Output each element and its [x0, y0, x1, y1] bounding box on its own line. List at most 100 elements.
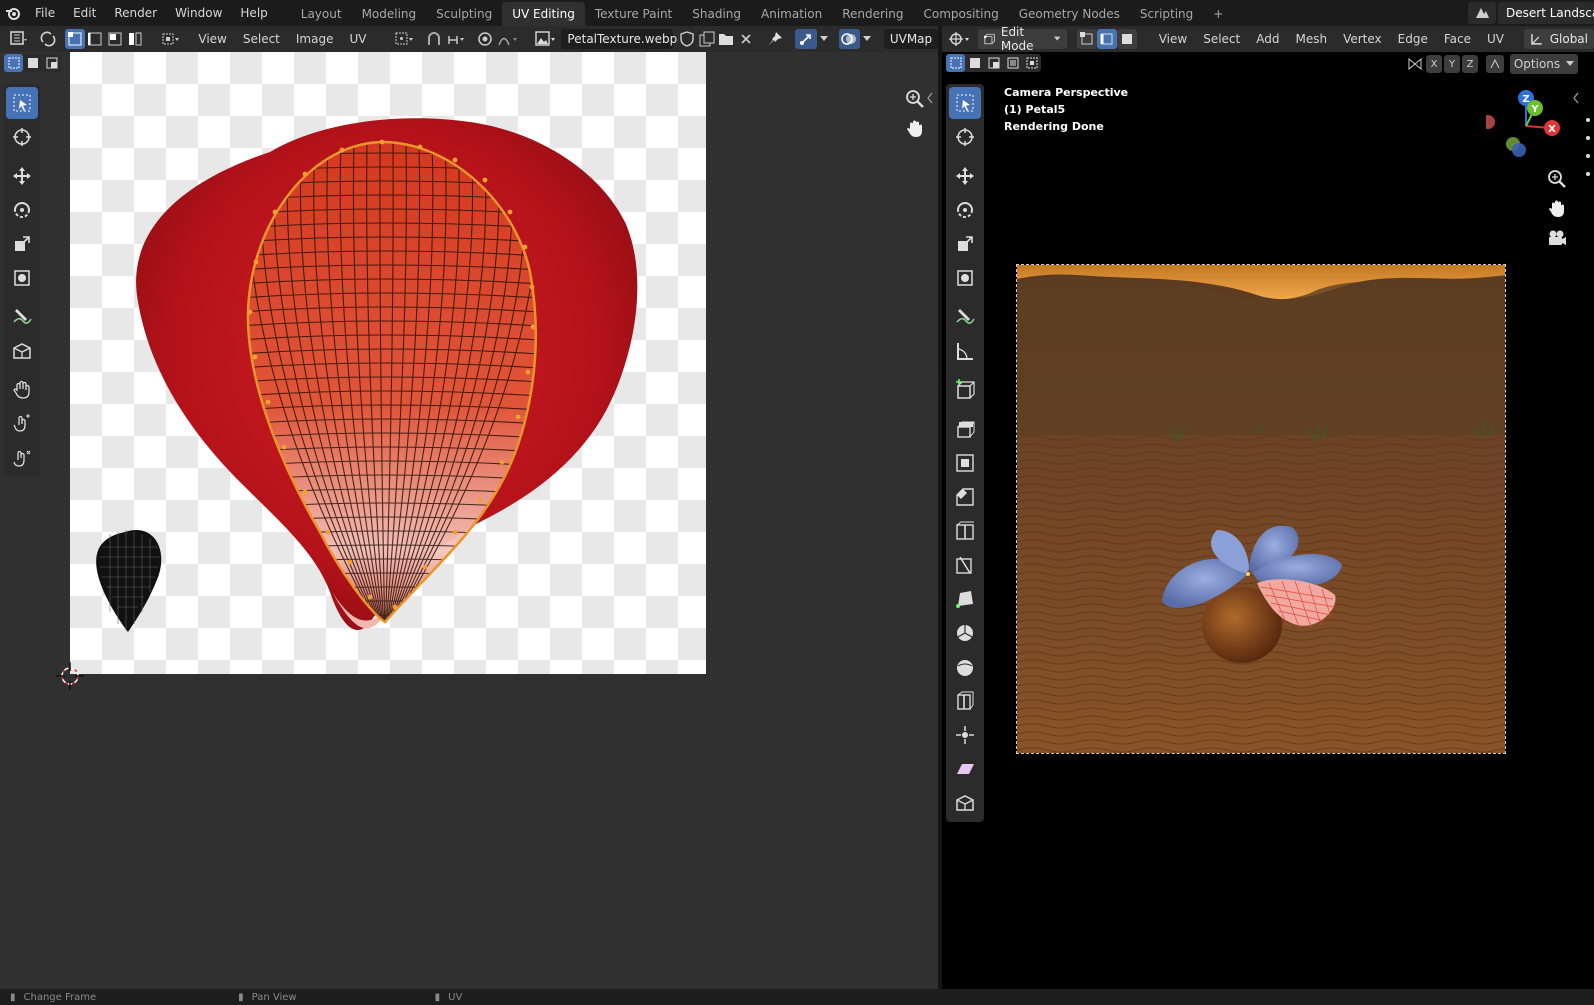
vertex-select-icon[interactable]	[64, 29, 85, 49]
pin-icon[interactable]	[764, 29, 786, 49]
mirror-butterfly-icon[interactable]	[1406, 55, 1424, 73]
vp-measure-tool-icon[interactable]	[949, 335, 981, 367]
image-name-field[interactable]: PetalTexture.webp	[561, 29, 677, 49]
edge-select-icon[interactable]	[85, 29, 105, 49]
inset-tool-icon[interactable]	[949, 447, 981, 479]
zoom-view-icon[interactable]	[904, 88, 926, 110]
axis-navigation-gizmo[interactable]: Z X Y	[1481, 88, 1566, 164]
island-select-icon[interactable]	[125, 29, 145, 49]
viewport-menu-add[interactable]: Add	[1248, 32, 1287, 46]
vp-select-extend-icon[interactable]	[965, 54, 984, 72]
image-browse-icon[interactable]	[532, 29, 559, 49]
menu-window[interactable]: Window	[166, 0, 231, 26]
snap-icon[interactable]	[424, 29, 444, 49]
tab-compositing[interactable]: Compositing	[913, 2, 1008, 26]
menu-edit[interactable]: Edit	[64, 0, 105, 26]
move-tool-icon[interactable]	[6, 160, 38, 192]
uv-menu-view[interactable]: View	[190, 32, 234, 46]
extrude-tool-icon[interactable]	[949, 413, 981, 445]
viewport-menu-edge[interactable]: Edge	[1390, 32, 1436, 46]
relax-tool-icon[interactable]	[6, 408, 38, 440]
sidebar-toggle-icon[interactable]	[926, 92, 936, 104]
loop-cut-tool-icon[interactable]	[949, 515, 981, 547]
vp-scale-tool-icon[interactable]	[949, 228, 981, 260]
options-dropdown[interactable]: Options	[1510, 54, 1578, 74]
mode-selector[interactable]: Edit Mode	[977, 25, 1067, 53]
vp-zoom-icon[interactable]	[1546, 168, 1570, 192]
poly-build-tool-icon[interactable]	[949, 583, 981, 615]
vp-pan-icon[interactable]	[1546, 198, 1570, 222]
scene-selector-icon[interactable]	[1468, 2, 1496, 24]
uv-menu-uv[interactable]: UV	[341, 32, 374, 46]
cursor-tool-icon[interactable]	[6, 121, 38, 153]
menu-file[interactable]: File	[26, 0, 64, 26]
tab-scripting[interactable]: Scripting	[1130, 2, 1203, 26]
rotate-tool-icon[interactable]	[6, 194, 38, 226]
rip-region-tool-icon[interactable]	[6, 335, 38, 367]
pivot-point-icon[interactable]	[390, 29, 419, 49]
smooth-tool-icon[interactable]	[949, 651, 981, 683]
pinch-tool-icon[interactable]	[6, 442, 38, 474]
uv-menu-select[interactable]: Select	[235, 32, 288, 46]
snap-target-icon[interactable]	[444, 29, 471, 49]
viewport-menu-vertex[interactable]: Vertex	[1335, 32, 1390, 46]
select-box-tool-icon[interactable]	[6, 87, 38, 119]
pan-view-icon[interactable]	[904, 118, 926, 140]
sync-selection-icon[interactable]	[37, 29, 59, 49]
tab-sculpting[interactable]: Sculpting	[426, 2, 502, 26]
add-cube-tool-icon[interactable]	[949, 374, 981, 406]
annotate-tool-icon[interactable]	[6, 301, 38, 333]
2d-cursor-icon[interactable]	[56, 662, 84, 690]
bevel-tool-icon[interactable]	[949, 481, 981, 513]
viewport-menu-uv[interactable]: UV	[1479, 32, 1512, 46]
vp-select-subtract-icon[interactable]	[984, 54, 1003, 72]
uv-menu-image[interactable]: Image	[288, 32, 342, 46]
face-select-icon[interactable]	[105, 29, 125, 49]
edge-slide-tool-icon[interactable]	[949, 685, 981, 717]
menu-render[interactable]: Render	[105, 0, 166, 26]
vp-select-intersect-icon[interactable]	[1022, 54, 1041, 72]
uv-image-canvas[interactable]	[70, 52, 706, 674]
viewport-menu-face[interactable]: Face	[1436, 32, 1479, 46]
gizmo-dropdown-icon[interactable]	[817, 29, 831, 49]
camera-render-view[interactable]	[1016, 264, 1506, 754]
spin-tool-icon[interactable]	[949, 617, 981, 649]
vp-cursor-tool-icon[interactable]	[949, 121, 981, 153]
uv-map-field[interactable]: UVMap	[883, 29, 938, 49]
vp-select-new-icon[interactable]	[946, 54, 965, 72]
fake-user-icon[interactable]	[677, 29, 697, 49]
blender-logo-icon[interactable]	[0, 0, 26, 26]
add-workspace-button[interactable]: +	[1203, 2, 1233, 26]
vp-rotate-tool-icon[interactable]	[949, 194, 981, 226]
mesh-face-select-icon[interactable]	[1116, 29, 1137, 49]
mirror-x-toggle[interactable]: X	[1426, 55, 1442, 73]
overlay-dropdown-icon[interactable]	[860, 29, 874, 49]
duplicate-image-icon[interactable]	[697, 29, 717, 49]
mirror-z-toggle[interactable]: Z	[1462, 55, 1478, 73]
select-subtract-icon[interactable]	[42, 54, 61, 72]
open-image-folder-icon[interactable]	[717, 29, 737, 49]
mesh-vertex-select-icon[interactable]	[1076, 29, 1097, 49]
gizmo-toggle-icon[interactable]	[795, 29, 817, 49]
shrink-fatten-tool-icon[interactable]	[949, 719, 981, 751]
tab-layout[interactable]: Layout	[291, 2, 352, 26]
select-extend-icon[interactable]	[23, 54, 42, 72]
select-new-icon[interactable]	[4, 54, 23, 72]
proportional-edit-icon[interactable]	[475, 29, 495, 49]
vp-sidebar-toggle-icon[interactable]	[1572, 92, 1584, 104]
tab-rendering[interactable]: Rendering	[832, 2, 913, 26]
sticky-selection-icon[interactable]	[157, 29, 186, 49]
transform-orientation-selector[interactable]: Global	[1524, 29, 1594, 49]
vp-transform-tool-icon[interactable]	[949, 262, 981, 294]
vp-move-tool-icon[interactable]	[949, 160, 981, 192]
tab-uv-editing[interactable]: UV Editing	[502, 2, 585, 26]
auto-merge-icon[interactable]	[1486, 55, 1504, 73]
unlink-image-icon[interactable]	[736, 29, 756, 49]
tab-animation[interactable]: Animation	[751, 2, 832, 26]
viewport-menu-select[interactable]: Select	[1195, 32, 1248, 46]
grab-tool-icon[interactable]	[6, 374, 38, 406]
viewport-menu-view[interactable]: View	[1151, 32, 1195, 46]
tab-modeling[interactable]: Modeling	[352, 2, 427, 26]
camera-view-icon[interactable]	[1546, 228, 1570, 252]
tab-texture-paint[interactable]: Texture Paint	[585, 2, 682, 26]
